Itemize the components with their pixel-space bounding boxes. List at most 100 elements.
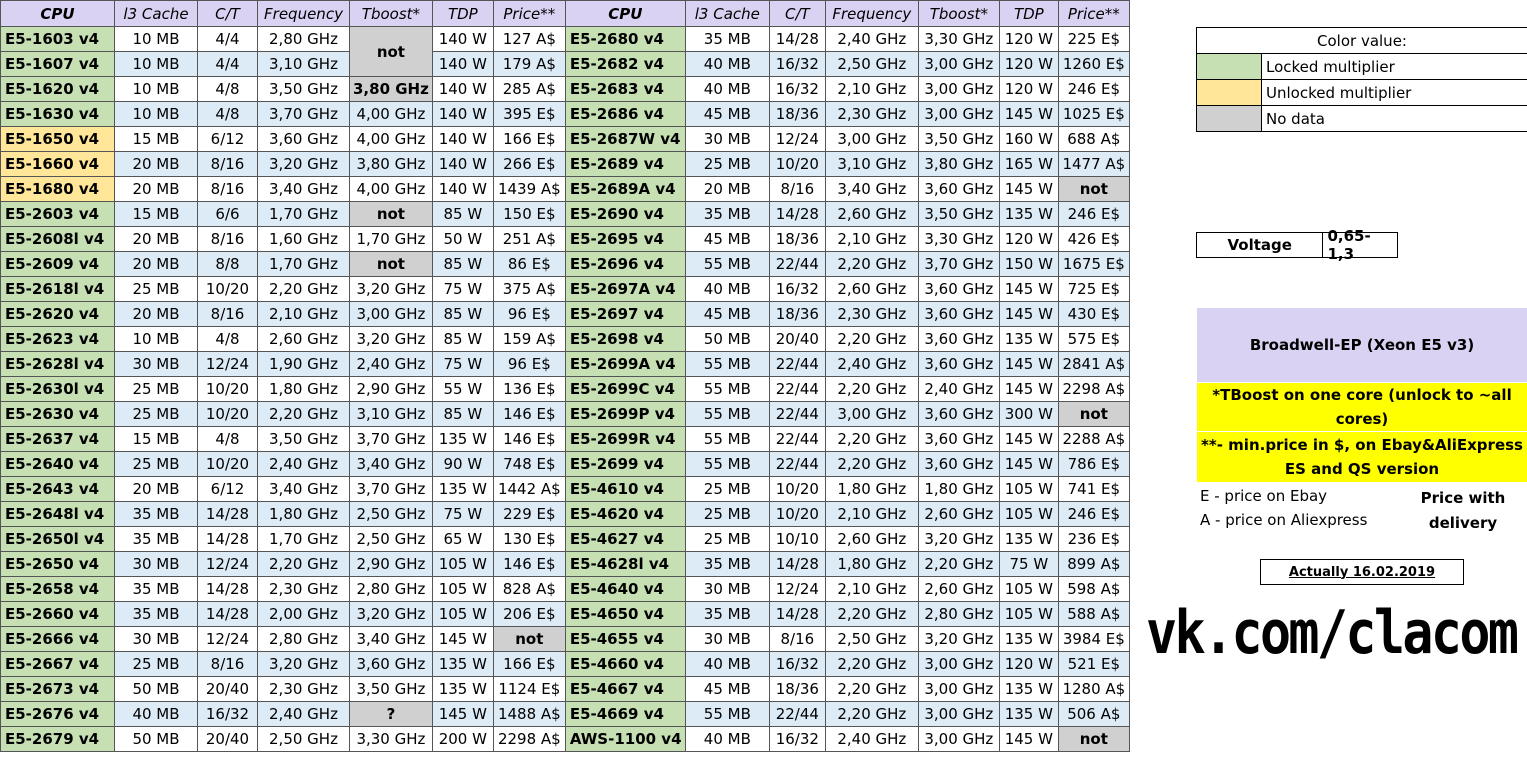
spec-cell: 3,40 GHz: [257, 176, 350, 202]
spec-cell: 2,10 GHz: [824, 226, 919, 252]
spec-cell: 10 MB: [114, 101, 198, 127]
header-cell: C/T: [768, 0, 826, 27]
spec-cell: 1,60 GHz: [257, 226, 350, 252]
spec-cell: 45 MB: [684, 301, 770, 327]
header-cell: TDP: [431, 0, 494, 27]
table-row: E5-1680 v4 20 MB 8/16 3,40 GHz 4,00 GHz 140 W…: [0, 176, 1130, 202]
spec-cell: 246 E$: [1057, 76, 1130, 102]
spec-cell: 135 W: [998, 626, 1059, 652]
spec-cell: 10 MB: [114, 326, 198, 352]
spec-cell: 105 W: [431, 601, 494, 627]
spec-cell: 30 MB: [114, 551, 198, 577]
spec-cell: 25 MB: [684, 151, 770, 177]
spec-cell: 266 E$: [492, 151, 566, 177]
cpu-model-cell: E5-4610 v4: [564, 476, 686, 502]
spec-cell: 741 E$: [1057, 476, 1130, 502]
spec-cell: 135 W: [431, 426, 494, 452]
table-row: E5-1650 v4 15 MB 6/12 3,60 GHz 4,00 GHz 140 W…: [0, 126, 1130, 152]
spec-cell: 10/20: [197, 451, 258, 477]
spec-cell: 2,50 GHz: [257, 726, 350, 752]
spec-cell: 135 W: [998, 701, 1059, 727]
spec-cell: 18/36: [768, 101, 826, 127]
spec-cell: 150 E$: [492, 201, 566, 227]
price-note: **- min.price in $, on Ebay&AliExpress E…: [1197, 432, 1527, 482]
spec-cell: 2,50 GHz: [349, 526, 433, 552]
spec-cell: 2,20 GHz: [824, 651, 919, 677]
cpu-model-cell: E5-2603 v4: [0, 201, 115, 227]
spec-cell: 3,40 GHz: [349, 451, 433, 477]
spec-cell: 105 W: [998, 576, 1059, 602]
spec-cell: 8/16: [197, 176, 258, 202]
spec-cell: 18/36: [768, 676, 826, 702]
spec-cell: 146 E$: [492, 426, 566, 452]
spec-cell: 35 MB: [114, 501, 198, 527]
spec-cell: 10/20: [768, 151, 826, 177]
cpu-model-cell: E5-2699P v4: [564, 401, 686, 427]
spec-cell: 55 MB: [684, 376, 770, 402]
header-cell: CPU: [0, 0, 115, 27]
spec-cell: 166 E$: [492, 651, 566, 677]
spec-cell: 2,50 GHz: [824, 626, 919, 652]
spec-cell: 1,80 GHz: [257, 501, 350, 527]
spec-cell: 16/32: [768, 651, 826, 677]
spec-cell: 3,00 GHz: [917, 726, 1000, 752]
header-cell: CPU: [564, 0, 686, 27]
spec-cell: 300 W: [998, 401, 1059, 427]
site-watermark[interactable]: vk.com/clacom: [1146, 598, 1519, 668]
legend-label-nodata: No data: [1266, 109, 1325, 128]
legend-item-nodata: No data: [1197, 105, 1527, 131]
spec-cell: 22/44: [768, 426, 826, 452]
spec-cell: 179 A$: [492, 51, 566, 77]
spec-cell: 2,20 GHz: [824, 451, 919, 477]
spec-cell: 45 MB: [684, 226, 770, 252]
spec-cell: 50 W: [431, 226, 494, 252]
spec-cell: 3,00 GHz: [917, 651, 1000, 677]
spec-cell: 1124 E$: [492, 676, 566, 702]
spec-cell: 688 A$: [1057, 126, 1130, 152]
spec-cell: 521 E$: [1057, 651, 1130, 677]
spec-cell: 225 E$: [1057, 26, 1130, 52]
spec-cell: 14/28: [197, 576, 258, 602]
spec-cell: 1025 E$: [1057, 101, 1130, 127]
cpu-model-cell: E5-2698 v4: [564, 326, 686, 352]
spec-cell: 236 E$: [1057, 526, 1130, 552]
spec-cell: 8/16: [197, 301, 258, 327]
spec-cell: 2,20 GHz: [824, 676, 919, 702]
spec-cell: 55 MB: [684, 251, 770, 277]
spec-cell: 3,60 GHz: [917, 326, 1000, 352]
spec-cell: 35 MB: [684, 26, 770, 52]
spec-cell: 85 W: [431, 301, 494, 327]
table-row: E5-2630l v4 25 MB 10/20 1,80 GHz 2,90 GHz 55 …: [0, 376, 1130, 402]
spec-cell: 3,80 GHz: [349, 76, 433, 102]
spec-cell: 40 MB: [684, 276, 770, 302]
table-row: E5-2650l v4 35 MB 14/28 1,70 GHz 2,50 GHz 65 …: [0, 526, 1130, 552]
spec-cell: 25 MB: [114, 376, 198, 402]
spec-cell: 10/20: [768, 501, 826, 527]
spec-cell: 30 MB: [114, 626, 198, 652]
spec-cell: 1,70 GHz: [349, 226, 433, 252]
header-cell: Price**: [492, 0, 566, 27]
cpu-model-cell: E5-1603 v4: [0, 26, 115, 52]
spec-cell: 166 E$: [492, 126, 566, 152]
spec-cell: 251 A$: [492, 226, 566, 252]
spec-cell: 16/32: [768, 276, 826, 302]
spec-cell: 159 A$: [492, 326, 566, 352]
spec-cell: 3,20 GHz: [257, 651, 350, 677]
spec-cell: 3,80 GHz: [349, 151, 433, 177]
spec-cell: 145 W: [998, 426, 1059, 452]
spec-cell: 25 MB: [114, 401, 198, 427]
cpu-model-cell: E5-1607 v4: [0, 51, 115, 77]
spec-cell: 2,40 GHz: [349, 351, 433, 377]
spec-cell: 145 W: [998, 376, 1059, 402]
cpu-model-cell: E5-2648l v4: [0, 501, 115, 527]
spec-cell: 3,70 GHz: [349, 426, 433, 452]
ebay-note: E - price on Ebay: [1200, 487, 1328, 505]
header-cell: l3 Cache: [114, 0, 198, 27]
spec-cell: 1,80 GHz: [257, 376, 350, 402]
spec-cell: 22/44: [768, 376, 826, 402]
spec-cell: 120 W: [998, 226, 1059, 252]
spec-cell: 96 E$: [492, 351, 566, 377]
spec-cell: 395 E$: [492, 101, 566, 127]
spec-cell: 206 E$: [492, 601, 566, 627]
spec-cell: 4,00 GHz: [349, 101, 433, 127]
